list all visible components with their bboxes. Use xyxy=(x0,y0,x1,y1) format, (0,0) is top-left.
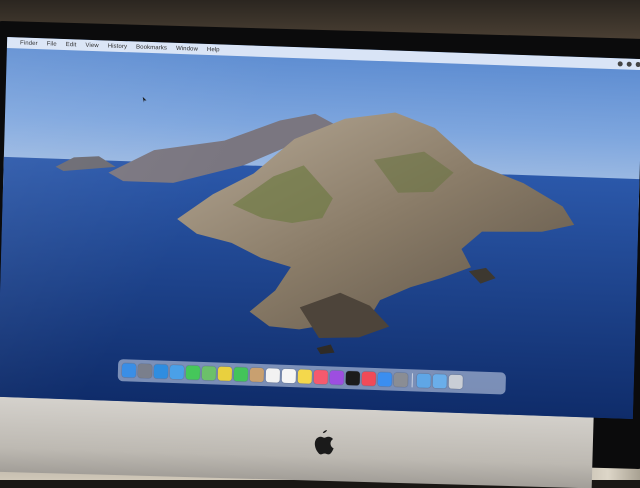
music-icon[interactable] xyxy=(313,369,329,385)
menu-item-edit[interactable]: Edit xyxy=(66,42,77,48)
menu-item-finder[interactable]: Finder xyxy=(20,40,38,47)
system-preferences-icon[interactable] xyxy=(393,372,408,388)
launchpad-icon[interactable] xyxy=(137,363,153,379)
menu-item-help[interactable]: Help xyxy=(207,46,220,52)
control-center-icon[interactable] xyxy=(635,61,640,68)
tv-icon[interactable] xyxy=(345,370,361,386)
mail-icon[interactable] xyxy=(169,364,185,380)
calendar-icon[interactable] xyxy=(265,368,281,383)
app-store-icon[interactable] xyxy=(377,372,392,387)
dock-separator xyxy=(411,373,413,388)
apple-logo-icon xyxy=(314,430,334,455)
finder-icon[interactable] xyxy=(121,363,137,378)
menu-item-file[interactable]: File xyxy=(47,41,57,47)
search-icon[interactable] xyxy=(626,61,632,67)
safari-icon[interactable] xyxy=(153,364,169,379)
status-icons xyxy=(617,61,640,68)
menu-item-bookmarks[interactable]: Bookmarks xyxy=(136,44,167,51)
photos-icon[interactable] xyxy=(217,366,233,382)
menu-item-window[interactable]: Window xyxy=(176,45,198,52)
menu-item-history[interactable]: History xyxy=(108,43,128,50)
notes-icon[interactable] xyxy=(297,369,313,384)
facetime-icon[interactable] xyxy=(233,367,249,382)
documents-folder-icon[interactable] xyxy=(432,374,447,389)
trash-icon[interactable] xyxy=(448,374,463,390)
reminders-icon[interactable] xyxy=(281,368,297,384)
menu-item-view[interactable]: View xyxy=(85,42,98,48)
desktop-screen: Finder File Edit View History Bookmarks … xyxy=(0,36,640,420)
messages-icon[interactable] xyxy=(185,365,201,380)
wallpaper-island xyxy=(0,112,640,420)
podcasts-icon[interactable] xyxy=(329,370,345,385)
wifi-icon[interactable] xyxy=(617,61,623,67)
contacts-icon[interactable] xyxy=(249,367,265,383)
news-icon[interactable] xyxy=(361,371,377,387)
downloads-folder-icon[interactable] xyxy=(416,373,431,388)
maps-icon[interactable] xyxy=(201,365,217,381)
